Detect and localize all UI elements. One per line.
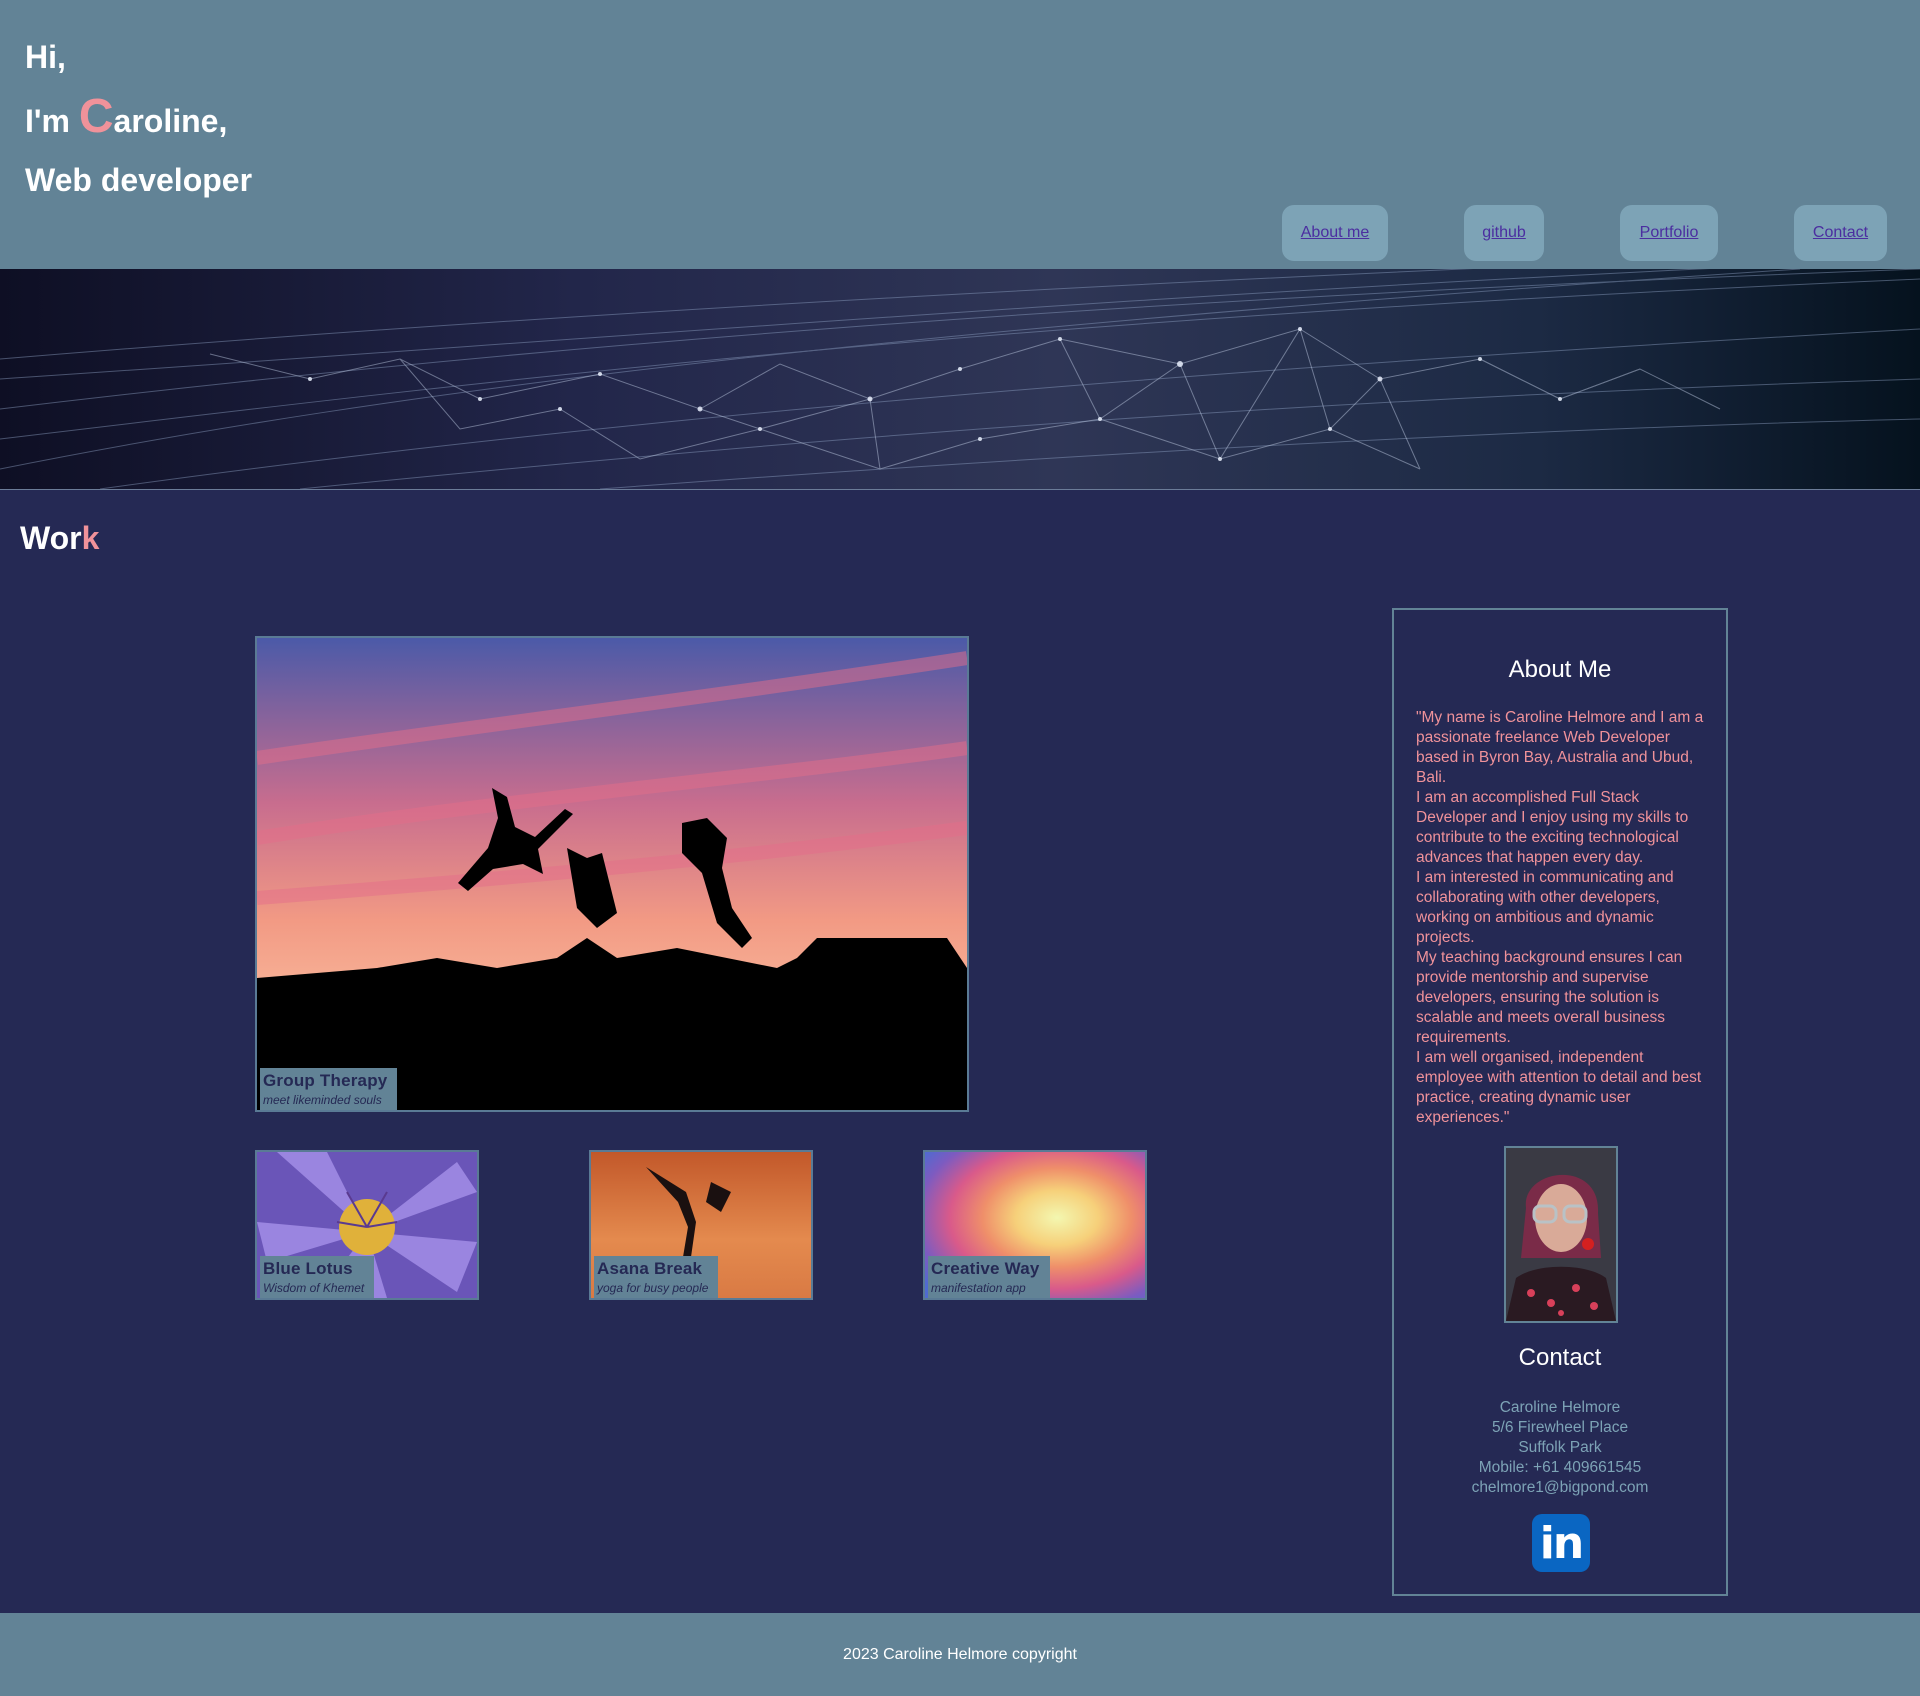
intro-name-rest: aroline, bbox=[113, 103, 228, 139]
group-therapy-image bbox=[257, 638, 967, 1110]
work-title-main: Wor bbox=[20, 520, 82, 556]
intro-name-prefix: I'm bbox=[25, 103, 79, 139]
linkedin-icon-text: in bbox=[1539, 1517, 1584, 1569]
project-title: Asana Break bbox=[597, 1259, 703, 1278]
contact-name: Caroline Helmore bbox=[1499, 1399, 1621, 1416]
project-card-blue-lotus[interactable]: Blue Lotus Wisdom of Khemet bbox=[255, 1150, 479, 1300]
work-title-accent: k bbox=[81, 520, 100, 556]
site-header: Hi, I'm Caroline, Web developer About me… bbox=[0, 0, 1920, 269]
project-title: Group Therapy bbox=[263, 1071, 388, 1090]
contact-address-line2: Suffolk Park bbox=[1518, 1439, 1602, 1456]
linkedin-icon[interactable]: in bbox=[1532, 1514, 1590, 1572]
contact-mobile: Mobile: +61 409661545 bbox=[1478, 1459, 1642, 1476]
project-caption: Asana Break yoga for busy people bbox=[594, 1256, 719, 1298]
nav-about-me-link[interactable]: About me bbox=[1282, 205, 1388, 261]
nav-portfolio-link[interactable]: Portfolio bbox=[1620, 205, 1718, 261]
intro-name: I'm Caroline, bbox=[25, 87, 252, 151]
about-heading: About Me bbox=[1508, 656, 1612, 683]
about-paragraph: My teaching background ensures I can pro… bbox=[1416, 949, 1683, 1046]
about-text: "My name is Caroline Helmore and I am a … bbox=[1416, 708, 1708, 1128]
nav-github-link[interactable]: github bbox=[1464, 205, 1544, 261]
contact-address-line1: 5/6 Firewheel Place bbox=[1491, 1419, 1629, 1436]
project-card-asana-break[interactable]: Asana Break yoga for busy people bbox=[589, 1150, 813, 1300]
about-panel: About Me "My name is Caroline Helmore an… bbox=[1392, 608, 1728, 1596]
project-title: Blue Lotus bbox=[263, 1259, 353, 1278]
project-subtitle: manifestation app bbox=[931, 1281, 1026, 1295]
project-caption: Blue Lotus Wisdom of Khemet bbox=[260, 1256, 375, 1298]
footer-copyright: 2023 Caroline Helmore copyright bbox=[843, 1645, 1077, 1663]
about-paragraph: I am interested in communicating and col… bbox=[1416, 869, 1674, 946]
network-lines-graphic bbox=[0, 269, 1920, 489]
intro-heading: Hi, I'm Caroline, Web developer bbox=[25, 28, 252, 210]
contact-email[interactable]: chelmore1@bigpond.com bbox=[1394, 1478, 1726, 1498]
about-paragraph: I am an accomplished Full Stack Develope… bbox=[1416, 789, 1689, 866]
work-section-title: Work bbox=[20, 520, 99, 557]
portrait-image bbox=[1506, 1148, 1616, 1321]
project-caption: Creative Way manifestation app bbox=[928, 1256, 1050, 1298]
intro-name-initial: C bbox=[78, 90, 114, 143]
hero-banner-image bbox=[0, 269, 1920, 489]
banner-divider bbox=[0, 489, 1920, 490]
about-paragraph: "My name is Caroline Helmore and I am a … bbox=[1416, 709, 1704, 786]
contact-heading: Contact bbox=[1518, 1344, 1602, 1371]
profile-photo bbox=[1504, 1146, 1618, 1323]
project-title: Creative Way bbox=[931, 1259, 1040, 1278]
project-subtitle: meet likeminded souls bbox=[263, 1093, 382, 1107]
intro-role: Web developer bbox=[25, 162, 253, 198]
nav-contact-link[interactable]: Contact bbox=[1794, 205, 1887, 261]
project-card-group-therapy[interactable]: Group Therapy meet likeminded souls bbox=[255, 636, 969, 1112]
site-footer: 2023 Caroline Helmore copyright bbox=[0, 1613, 1920, 1696]
intro-greeting: Hi, bbox=[25, 39, 66, 75]
project-subtitle: yoga for busy people bbox=[597, 1281, 709, 1295]
project-caption: Group Therapy meet likeminded souls bbox=[260, 1068, 398, 1110]
about-paragraph: I am well organised, independent employe… bbox=[1416, 1049, 1702, 1126]
project-card-creative-way[interactable]: Creative Way manifestation app bbox=[923, 1150, 1147, 1300]
project-subtitle: Wisdom of Khemet bbox=[263, 1281, 365, 1295]
contact-details: Caroline Helmore 5/6 Firewheel Place Suf… bbox=[1394, 1398, 1726, 1498]
